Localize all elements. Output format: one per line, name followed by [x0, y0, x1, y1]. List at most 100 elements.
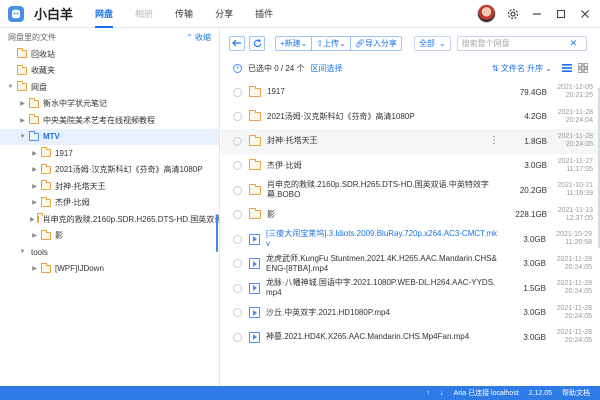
row-checkbox[interactable]	[233, 332, 242, 342]
refresh-button[interactable]	[249, 35, 265, 51]
sidebar-item[interactable]: ▶ 肖申克的救赎.2160p.SDR.H265.DTS-HD.国英双语.	[0, 211, 219, 228]
tab-3[interactable]: 分享	[215, 0, 233, 28]
collapsed-arrow-icon[interactable]: ▶	[30, 199, 39, 206]
file-list: 1917 79.4GB 2021-12-05 20:21:25 2021汤姆·汉克斯科…	[221, 80, 600, 386]
file-row[interactable]: 影 228.1GB 2021-11-13 12:37:05	[221, 203, 600, 228]
row-checkbox[interactable]	[233, 87, 242, 97]
collapsed-arrow-icon[interactable]: ▶	[18, 117, 27, 124]
expanded-arrow-icon[interactable]: ▼	[6, 84, 15, 90]
select-all-checkbox[interactable]: +	[233, 63, 242, 73]
file-row[interactable]: 肖申克的救赎.2160p.SDR.H265.DTS-HD.国英双语.中英特效字幕…	[221, 178, 600, 203]
file-row[interactable]: 2021汤姆·汉克斯科幻《芬奇》高清1080P 4.2GB 2021-11-28 2…	[221, 105, 600, 130]
sidebar-item[interactable]: ▶ 中央美院美术艺考在线视频教程	[0, 112, 219, 129]
file-name[interactable]: 杰伊·比姆	[267, 161, 499, 171]
file-name[interactable]: 神墓.2021.HD4K.X265.AAC.Mandarin.CHS.Mp4Fa…	[266, 332, 498, 342]
tab-2[interactable]: 传输	[175, 0, 193, 28]
upload-button[interactable]: ⇧ 上传 ⌄	[311, 35, 350, 51]
collapsed-arrow-icon[interactable]: ▶	[30, 150, 39, 157]
row-checkbox[interactable]	[233, 210, 242, 220]
back-button[interactable]	[229, 35, 245, 51]
sidebar-item[interactable]: 回收站	[0, 46, 219, 63]
sidebar-item-label: 中央美院美术艺考在线视频教程	[43, 115, 155, 125]
sidebar-item[interactable]: ▶ 封神·托塔天王	[0, 178, 219, 195]
expanded-arrow-icon[interactable]: ▼	[18, 134, 27, 140]
sidebar-item-label: tools	[31, 247, 48, 257]
collapsed-arrow-icon[interactable]: ▶	[30, 183, 39, 190]
sidebar-item[interactable]: ▼ tools	[0, 244, 219, 261]
import-share-button[interactable]: 🔗︎ 导入分享	[349, 35, 402, 51]
help-docs-link[interactable]: 帮助文档	[562, 388, 590, 398]
sidebar-item[interactable]: ▼ MTV	[0, 128, 219, 145]
file-name[interactable]: 影	[267, 210, 499, 220]
clear-search-icon[interactable]: ✕	[570, 38, 578, 49]
file-row[interactable]: 封神·托塔天王 ⋮ 1.8GB 2021-11-28 20:24:05	[221, 129, 600, 154]
file-date: 2021-11-28 20:24:05	[556, 255, 592, 271]
sidebar-item[interactable]: ▼ 网盘	[0, 79, 219, 96]
row-checkbox[interactable]	[233, 112, 242, 122]
video-file-icon	[249, 307, 260, 319]
sidebar-header: 网盘里的文件 ⌃ 收缩	[0, 28, 219, 46]
file-row[interactable]: 杰伊·比姆 3.0GB 2021-11-27 11:17:05	[221, 154, 600, 179]
row-checkbox[interactable]	[233, 161, 242, 171]
maximize-icon[interactable]	[554, 7, 568, 21]
more-options-icon[interactable]: ⋮	[489, 135, 499, 146]
sidebar-item[interactable]: ▶ 2021汤姆·汉克斯科幻《芬奇》高清1080P	[0, 162, 219, 179]
file-name[interactable]: 沙丘.中英双字.2021.HD1080P.mp4	[266, 308, 498, 318]
list-view-icon[interactable]	[562, 63, 572, 73]
file-name[interactable]: 龙虎武师.KungFu Stuntmen.2021.4K.H265.AAC.Ma…	[266, 254, 498, 274]
expanded-arrow-icon[interactable]: ▼	[18, 249, 27, 255]
file-name[interactable]: [三傻大闹宝莱坞].3.Idiots.2009.BluRay.720p.x264…	[266, 229, 498, 249]
app-name: 小白羊	[34, 7, 74, 22]
collapse-button[interactable]: ⌃ 收缩	[186, 32, 211, 43]
sort-dropdown[interactable]: ⇅ 文件名 升序 ⌄	[492, 63, 552, 74]
range-select-link[interactable]: 区间选择	[310, 63, 342, 74]
search-scope-select[interactable]: 全部 ⌄	[413, 35, 451, 51]
file-row[interactable]: 1917 79.4GB 2021-12-05 20:21:25	[221, 80, 600, 105]
upload-status-icon[interactable]: ↑	[427, 390, 431, 397]
row-checkbox[interactable]	[233, 283, 242, 293]
settings-icon[interactable]	[506, 7, 520, 21]
file-row[interactable]: [三傻大闹宝莱坞].3.Idiots.2009.BluRay.720p.x264…	[221, 227, 600, 252]
row-checkbox[interactable]	[233, 308, 242, 318]
grid-view-icon[interactable]	[578, 63, 588, 73]
search-input[interactable]	[457, 38, 566, 48]
file-name[interactable]: 封神·托塔天王	[267, 136, 499, 146]
row-checkbox[interactable]	[233, 234, 242, 244]
aria-status[interactable]: Aria 已连接 localhost	[454, 388, 519, 398]
row-checkbox[interactable]	[233, 136, 242, 146]
sidebar-item[interactable]: ▶ 1917	[0, 145, 219, 162]
collapsed-arrow-icon[interactable]: ▶	[18, 100, 27, 107]
sidebar-item[interactable]: ▶ 衡水中学状元笔记	[0, 96, 219, 113]
minimize-icon[interactable]	[530, 7, 544, 21]
close-icon[interactable]	[578, 7, 592, 21]
row-checkbox[interactable]	[233, 185, 242, 195]
collapsed-arrow-icon[interactable]: ▶	[30, 265, 39, 272]
selection-count: 已选中 0 / 24 个	[248, 63, 305, 73]
action-button-group: + 新建 ⌄ ⇧ 上传 ⌄ 🔗︎ 导入分享	[275, 35, 402, 51]
sidebar-item[interactable]: ▶ 杰伊·比姆	[0, 195, 219, 212]
file-size: 20.2GB	[519, 185, 547, 195]
file-name[interactable]: 肖申克的救赎.2160p.SDR.H265.DTS-HD.国英双语.中英特效字幕…	[267, 180, 499, 200]
sidebar-scrollbar[interactable]	[216, 214, 218, 252]
folder-icon	[41, 229, 51, 240]
collapsed-arrow-icon[interactable]: ▶	[30, 232, 39, 239]
file-row[interactable]: 龙脉·八幡神城.国语中字.2021.1080P.WEB-DL.H264.AAC-…	[221, 276, 600, 301]
file-name[interactable]: 1917	[267, 87, 499, 97]
collapsed-arrow-icon[interactable]: ▶	[30, 166, 39, 173]
row-checkbox[interactable]	[233, 259, 242, 269]
file-row[interactable]: 龙虎武师.KungFu Stuntmen.2021.4K.H265.AAC.Ma…	[221, 252, 600, 277]
tab-4[interactable]: 插件	[255, 0, 273, 28]
new-button[interactable]: + 新建 ⌄	[275, 35, 312, 51]
collapsed-arrow-icon[interactable]: ▶	[30, 216, 35, 223]
file-row[interactable]: 神墓.2021.HD4K.X265.AAC.Mandarin.CHS.Mp4Fa…	[221, 325, 600, 350]
avatar[interactable]	[477, 4, 496, 23]
sidebar-item[interactable]: ▶ [WPF]IJDown	[0, 261, 219, 278]
sidebar-item[interactable]: ▶ 影	[0, 228, 219, 245]
file-name[interactable]: 龙脉·八幡神城.国语中字.2021.1080P.WEB-DL.H264.AAC-…	[266, 278, 498, 298]
file-row[interactable]: 沙丘.中英双字.2021.HD1080P.mp4 3.0GB 2021-11-28 …	[221, 301, 600, 326]
sidebar-item-label: 收藏夹	[31, 66, 55, 76]
tab-0[interactable]: 网盘	[95, 0, 114, 28]
sidebar-item[interactable]: 收藏夹	[0, 63, 219, 80]
file-name[interactable]: 2021汤姆·汉克斯科幻《芬奇》高清1080P	[267, 112, 499, 122]
download-status-icon[interactable]: ↓	[440, 390, 444, 397]
